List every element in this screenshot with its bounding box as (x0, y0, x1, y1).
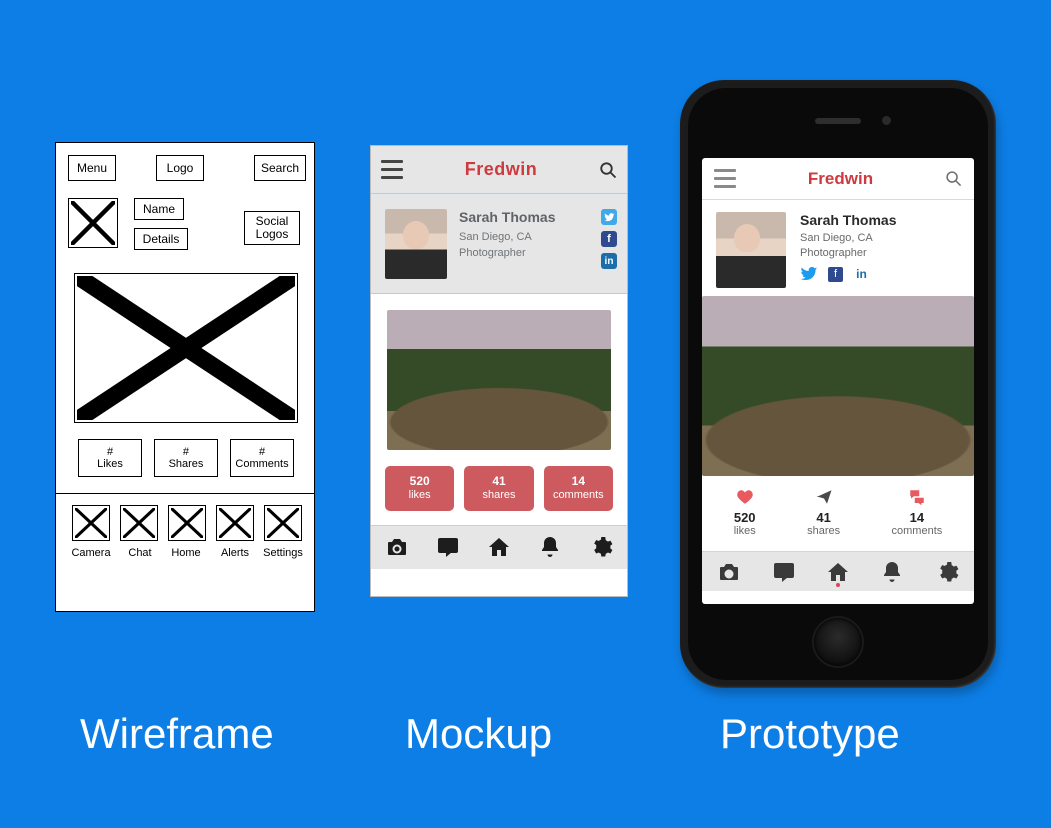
wf-nav-alerts-icon (216, 505, 254, 541)
phone-speaker (815, 118, 861, 124)
linkedin-icon[interactable]: in (853, 266, 870, 283)
profile-role: Photographer (800, 247, 896, 259)
profile-card: Sarah Thomas San Diego, CA Photographer … (371, 194, 627, 294)
wf-nav-alerts-label: Alerts (211, 547, 259, 559)
settings-icon[interactable] (935, 560, 959, 584)
comments-count: 14 (910, 510, 924, 525)
menu-icon[interactable] (714, 169, 736, 188)
camera-icon[interactable] (385, 535, 409, 559)
bottom-nav (371, 525, 627, 569)
phone-screen: Fredwin Sarah Thomas San Diego, CA Photo… (702, 158, 974, 604)
phone-home-button[interactable] (814, 618, 862, 666)
shares-stat[interactable]: 41 shares (807, 488, 840, 537)
comments-label: comments (553, 489, 604, 501)
paper-plane-icon (814, 488, 834, 506)
wf-nav-settings-label: Settings (259, 547, 307, 559)
bottom-nav (702, 551, 974, 591)
mockup-panel: Fredwin Sarah Thomas San Diego, CA Photo… (370, 145, 628, 597)
wf-avatar-placeholder (68, 198, 118, 248)
shares-label: shares (807, 525, 840, 537)
wf-shares-box: #Shares (154, 439, 218, 477)
comments-label: comments (892, 525, 943, 537)
alerts-icon[interactable] (538, 535, 562, 559)
wf-nav-camera-icon (72, 505, 110, 541)
home-icon[interactable] (487, 535, 511, 559)
chat-icon[interactable] (436, 535, 460, 559)
wf-name-box: Name (134, 198, 184, 220)
comments-count: 14 (548, 474, 609, 489)
wf-nav-chat-icon (120, 505, 158, 541)
caption-mockup: Mockup (405, 710, 552, 758)
pt-header: Fredwin (702, 158, 974, 200)
wf-comments-label: Comments (235, 458, 288, 470)
avatar (385, 209, 447, 279)
likes-count: 520 (389, 474, 450, 489)
likes-label: likes (409, 489, 431, 501)
mockup-header: Fredwin (371, 146, 627, 194)
profile-role: Photographer (459, 247, 589, 259)
post-image (387, 310, 611, 450)
alerts-icon[interactable] (880, 560, 904, 584)
heart-icon (735, 488, 755, 506)
wf-search-box: Search (254, 155, 306, 181)
facebook-icon[interactable]: f (828, 267, 843, 282)
settings-icon[interactable] (589, 535, 613, 559)
linkedin-icon[interactable]: in (601, 253, 617, 269)
shares-count: 41 (816, 510, 830, 525)
shares-label: shares (482, 489, 515, 501)
post-image (702, 296, 974, 476)
wf-nav-home-label: Home (162, 547, 210, 559)
wf-likes-label: Likes (97, 458, 123, 470)
wf-details-box: Details (134, 228, 188, 250)
twitter-icon[interactable] (800, 265, 818, 283)
wf-nav-camera-label: Camera (67, 547, 115, 559)
wf-social-box: SocialLogos (244, 211, 300, 245)
wf-menu-box: Menu (68, 155, 116, 181)
comments-stat[interactable]: 14 comments (892, 488, 943, 537)
avatar (716, 212, 786, 288)
shares-count: 41 (468, 474, 529, 489)
app-logo: Fredwin (808, 169, 873, 189)
wireframe-panel: Menu Logo Search Name Details SocialLogo… (55, 142, 315, 612)
profile-location: San Diego, CA (800, 232, 896, 244)
wf-comments-box: #Comments (230, 439, 294, 477)
comments-button[interactable]: 14 comments (544, 466, 613, 511)
likes-stat[interactable]: 520 likes (734, 488, 756, 537)
nav-indicator-dot (836, 583, 840, 587)
camera-icon[interactable] (717, 560, 741, 584)
likes-button[interactable]: 520 likes (385, 466, 454, 511)
home-icon[interactable] (826, 560, 850, 584)
wf-shares-label: Shares (169, 458, 204, 470)
profile-name: Sarah Thomas (459, 209, 589, 225)
wf-nav-home-icon (168, 505, 206, 541)
shares-button[interactable]: 41 shares (464, 466, 533, 511)
app-logo: Fredwin (465, 159, 538, 180)
menu-icon[interactable] (381, 160, 403, 179)
wf-nav-settings-icon (264, 505, 302, 541)
wf-comments-count: # (259, 446, 265, 458)
search-icon[interactable] (599, 161, 617, 179)
twitter-icon[interactable] (601, 209, 617, 225)
comments-icon (906, 488, 928, 506)
wf-likes-box: #Likes (78, 439, 142, 477)
prototype-phone: Fredwin Sarah Thomas San Diego, CA Photo… (680, 80, 996, 688)
wf-shares-count: # (183, 446, 189, 458)
facebook-icon[interactable]: f (601, 231, 617, 247)
likes-label: likes (734, 525, 756, 537)
phone-camera (882, 116, 891, 125)
search-icon[interactable] (945, 170, 962, 187)
wf-nav-chat-label: Chat (116, 547, 164, 559)
wf-divider (56, 493, 314, 494)
profile-location: San Diego, CA (459, 231, 589, 243)
wf-likes-count: # (107, 446, 113, 458)
wf-logo-box: Logo (156, 155, 204, 181)
caption-prototype: Prototype (720, 710, 900, 758)
profile-name: Sarah Thomas (800, 212, 896, 228)
caption-wireframe: Wireframe (80, 710, 274, 758)
wf-image-placeholder (74, 273, 298, 423)
chat-icon[interactable] (772, 560, 796, 584)
likes-count: 520 (734, 510, 756, 525)
profile-card: Sarah Thomas San Diego, CA Photographer … (702, 200, 974, 296)
